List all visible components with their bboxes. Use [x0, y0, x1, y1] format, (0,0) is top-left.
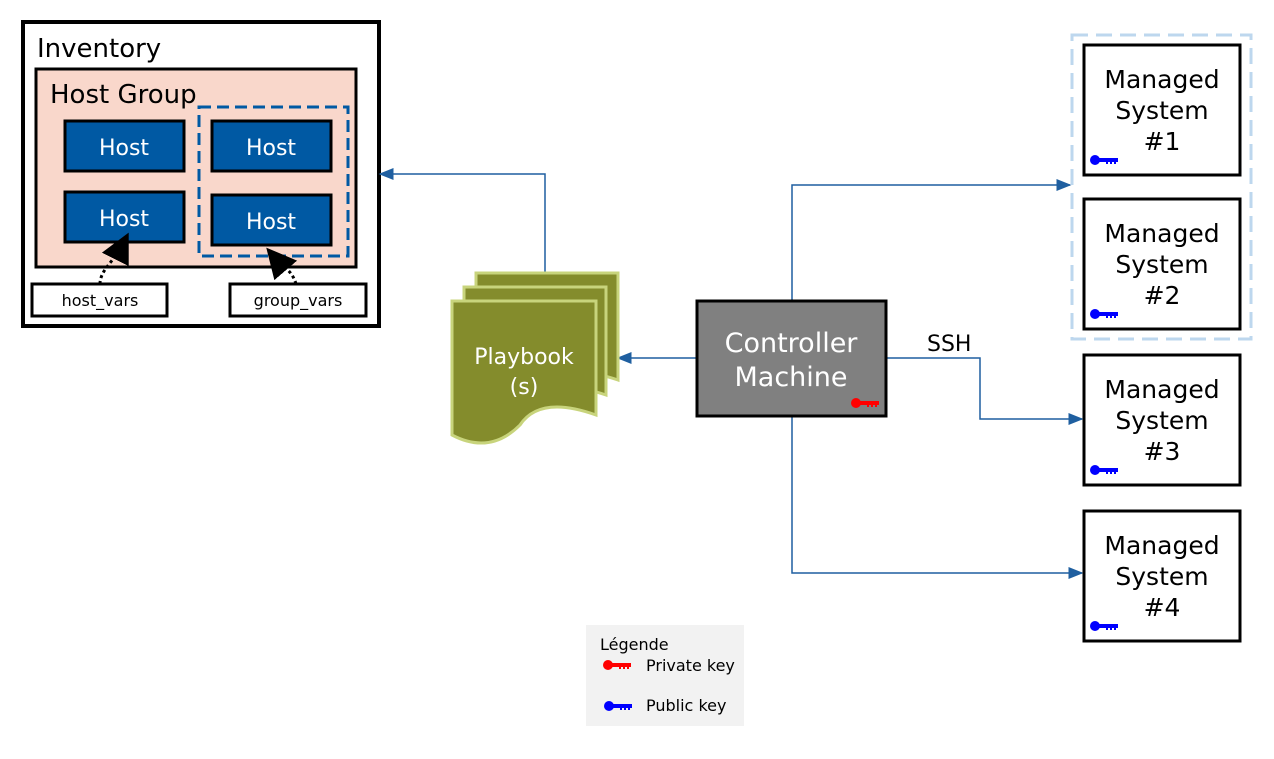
playbook-stack[interactable]: Playbook (s)	[450, 271, 620, 445]
legend-title: Légende	[600, 635, 669, 654]
legend-public-label: Public key	[646, 696, 726, 715]
ansible-diagram: Inventory Host Group Host Host Host Host…	[21, 20, 1253, 726]
legend: Légende Private key Public key	[586, 625, 744, 726]
managed-system-label: System	[1115, 406, 1208, 435]
group-vars-box[interactable]: group_vars	[228, 282, 368, 318]
managed-system-label: Managed	[1104, 375, 1219, 404]
host-group-title: Host Group	[50, 80, 197, 110]
managed-system-label: Managed	[1104, 65, 1219, 94]
ssh-arrow-4	[791, 416, 1084, 579]
managed-system-label: #4	[1144, 593, 1181, 622]
host[interactable]: Host	[63, 119, 186, 173]
managed-system[interactable]: ManagedSystem#3	[1082, 353, 1242, 487]
host[interactable]: Host	[210, 119, 333, 173]
host[interactable]: Host	[210, 193, 333, 247]
controller-machine[interactable]: Controller Machine	[695, 299, 888, 418]
managed-system-label: System	[1115, 96, 1208, 125]
legend-private-label: Private key	[646, 656, 735, 675]
ssh-label: SSH	[927, 332, 971, 357]
managed-system-label: #2	[1144, 281, 1181, 310]
managed-system-label: System	[1115, 562, 1208, 591]
group-vars-label: group_vars	[254, 291, 343, 311]
managed-system-label: Managed	[1104, 531, 1219, 560]
managed-system[interactable]: ManagedSystem#1	[1082, 43, 1242, 177]
ssh-arrow-group	[791, 179, 1072, 301]
inventory: Inventory Host Group Host Host Host Host…	[21, 20, 381, 328]
managed-systems: ManagedSystem#1ManagedSystem#2ManagedSys…	[1082, 43, 1242, 643]
managed-system-label: System	[1115, 250, 1208, 279]
controller-label: Controller	[725, 328, 859, 359]
managed-system-label: #1	[1144, 127, 1181, 156]
managed-system-label: Managed	[1104, 219, 1219, 248]
managed-system-label: #3	[1144, 437, 1181, 466]
managed-system[interactable]: ManagedSystem#2	[1082, 197, 1242, 331]
managed-system[interactable]: ManagedSystem#4	[1082, 509, 1242, 643]
host-label: Host	[99, 136, 149, 161]
host-label: Host	[246, 210, 296, 235]
playbook-label-suffix: (s)	[510, 375, 539, 400]
playbook-label: Playbook	[474, 345, 574, 370]
controller-label-2: Machine	[734, 362, 847, 393]
playbook-to-inventory-arrow	[378, 168, 546, 273]
host-vars-box[interactable]: host_vars	[30, 282, 169, 318]
inventory-title: Inventory	[37, 34, 161, 64]
host[interactable]: Host	[63, 190, 186, 244]
host-label: Host	[99, 207, 149, 232]
host-label: Host	[246, 136, 296, 161]
ssh-arrow-3	[886, 357, 1084, 425]
host-vars-label: host_vars	[62, 291, 139, 311]
